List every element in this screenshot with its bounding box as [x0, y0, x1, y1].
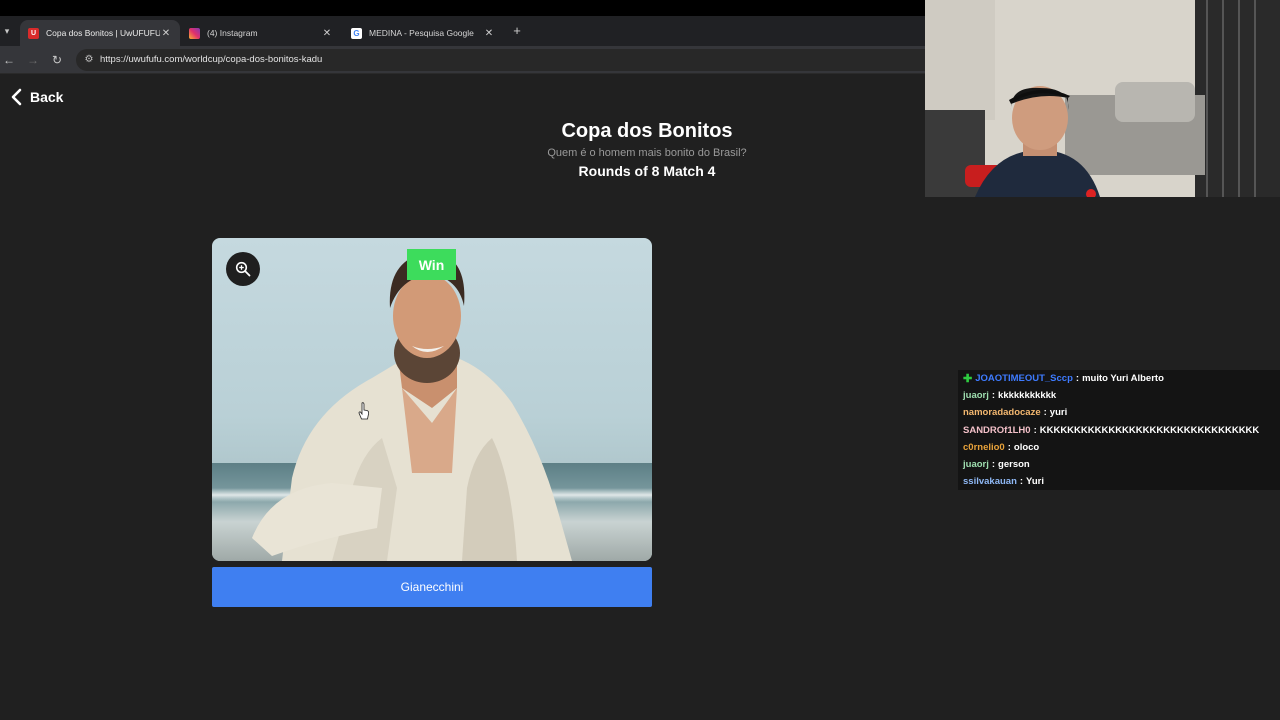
candidate-name-button[interactable]: Gianecchini [212, 567, 652, 607]
page-heading: Copa dos Bonitos Quem é o homem mais bon… [440, 120, 854, 179]
google-favicon-icon: G [351, 27, 362, 39]
chat-text: KKKKKKKKKKKKKKKKKKKKKKKKKKKKKKKK [1039, 424, 1260, 436]
round-indicator: Rounds of 8 Match 4 [578, 163, 716, 179]
chat-separator: : [991, 459, 996, 471]
chat-username: juaorj [963, 459, 989, 471]
uwufufu-favicon-icon: U [28, 27, 39, 39]
chat-text: oloco [1013, 441, 1040, 453]
chat-separator: : [1019, 476, 1024, 488]
chat-message: juaorj : gerson [958, 455, 1280, 474]
window-top-strip [0, 0, 925, 16]
omnibox[interactable]: ⚙ https://uwufufu.com/worldcup/copa-dos-… [76, 49, 925, 71]
chat-message: c0rnelio0 : oloco [958, 438, 1280, 456]
close-tab-icon[interactable]: ✕ [160, 28, 172, 39]
instagram-favicon-icon [189, 27, 200, 39]
chevron-left-icon [11, 88, 22, 106]
webcam-overlay [925, 0, 1280, 197]
screen: ▾ U Copa dos Bonitos | UwUFUFU ✕ (4) Ins… [0, 0, 1280, 720]
tab-google-search[interactable]: G MEDINA - Pesquisa Google ✕ [343, 20, 503, 46]
chat-text: kkkkkkkkkkk [998, 390, 1057, 402]
chat-separator: : [1007, 441, 1011, 453]
magnifier-plus-icon [235, 261, 251, 277]
tab-instagram[interactable]: (4) Instagram ✕ [181, 20, 341, 46]
back-label: Back [30, 89, 64, 105]
candidate-photo [252, 252, 572, 561]
tab-bar: ▾ U Copa dos Bonitos | UwUFUFU ✕ (4) Ins… [0, 16, 925, 46]
chat-username: ssilvakauan [963, 476, 1017, 488]
chat-overlay: ✚ JOAOTIMEOUT_Sccp : muito Yuri Alberto … [958, 370, 1280, 491]
zoom-button[interactable] [226, 252, 260, 286]
chat-message: juaorj : kkkkkkkkkkk [958, 387, 1280, 405]
chat-text: yuri [1049, 407, 1068, 419]
chat-username: namoradadocaze [963, 407, 1041, 419]
close-tab-icon[interactable]: ✕ [321, 28, 333, 39]
url-text[interactable]: https://uwufufu.com/worldcup/copa-dos-bo… [100, 54, 322, 65]
moderator-plus-icon: ✚ [963, 373, 973, 386]
chat-separator: : [1043, 407, 1047, 419]
tab-title: Copa dos Bonitos | UwUFUFU [46, 28, 160, 38]
forward-arrow-icon[interactable]: → [26, 53, 40, 67]
chat-text: Yuri [1026, 476, 1044, 488]
chat-username: c0rnelio0 [963, 441, 1005, 453]
chat-message: ssilvakauan : Yuri [958, 473, 1280, 491]
win-badge: Win [407, 249, 456, 280]
page-title: Copa dos Bonitos [561, 120, 733, 142]
chat-text: muito Yuri Alberto [1082, 373, 1164, 385]
tab-copa-dos-bonitos[interactable]: U Copa dos Bonitos | UwUFUFU ✕ [20, 20, 180, 46]
webcam-feed [925, 0, 1280, 197]
tab-title: MEDINA - Pesquisa Google [369, 28, 474, 38]
chat-text: gerson [998, 459, 1030, 471]
chat-separator: : [1075, 373, 1080, 385]
hand-cursor-icon [358, 402, 369, 420]
chat-separator: : [991, 390, 996, 402]
chat-separator: : [1033, 424, 1037, 436]
candidate-card[interactable]: Win [212, 238, 652, 561]
tab-title: (4) Instagram [207, 28, 258, 38]
new-tab-plus-icon[interactable]: + [510, 24, 524, 38]
reload-icon[interactable]: ↻ [50, 53, 64, 67]
page-subtitle: Quem é o homem mais bonito do Brasil? [547, 147, 747, 159]
chat-message: ✚ JOAOTIMEOUT_Sccp : muito Yuri Alberto [958, 370, 1280, 388]
back-button[interactable]: Back [8, 88, 63, 106]
chat-message: SANDROf1LH0 : KKKKKKKKKKKKKKKKKKKKKKKKKK… [958, 421, 1280, 439]
back-arrow-icon[interactable]: ← [2, 53, 16, 67]
chat-username: JOAOTIMEOUT_Sccp [975, 373, 1073, 385]
chat-username: SANDROf1LH0 [963, 424, 1031, 436]
tab-search-icon[interactable]: ▾ [0, 22, 14, 40]
site-settings-icon[interactable]: ⚙ [83, 54, 95, 66]
chat-username: juaorj [963, 390, 989, 402]
address-bar: ← → ↻ ⚙ https://uwufufu.com/worldcup/cop… [0, 46, 925, 74]
chat-message: namoradadocaze : yuri [958, 404, 1280, 422]
close-tab-icon[interactable]: ✕ [483, 28, 495, 39]
